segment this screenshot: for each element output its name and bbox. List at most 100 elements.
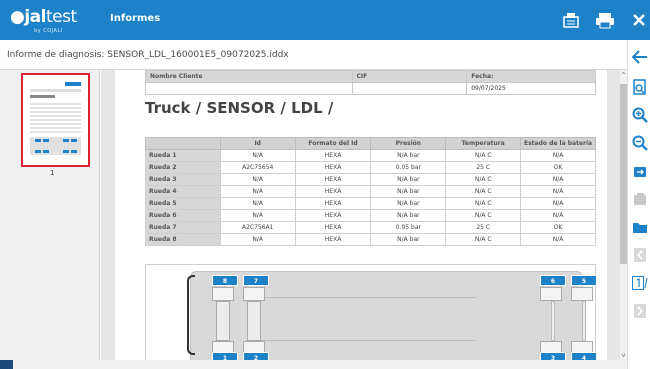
table-cell: N/A C <box>445 173 522 186</box>
table-cell: N/A <box>520 173 596 186</box>
table-cell: N/A <box>219 149 296 162</box>
table-row: Rueda 3 N/A HEXA N/A bar N/A C N/A <box>145 173 596 186</box>
folder-icon[interactable] <box>631 218 649 236</box>
copy-icon[interactable] <box>631 190 649 208</box>
wheel-badge-7: 7 <box>243 275 269 286</box>
bottom-corner <box>0 360 13 369</box>
tire <box>243 287 265 301</box>
wheel-label: Rueda 1 <box>145 149 221 162</box>
page-thumbnail[interactable] <box>21 73 90 167</box>
jaltest-logo: ●jaltest by COJALI <box>10 7 95 35</box>
table-cell: HEXA <box>294 185 372 198</box>
column-header: Temperatura <box>445 137 522 150</box>
cif-label: CIF <box>351 70 468 83</box>
print-icon[interactable] <box>594 9 616 31</box>
table-cell: N/A bar <box>370 209 447 222</box>
table-cell: N/A <box>219 233 296 246</box>
back-icon[interactable] <box>631 48 649 66</box>
next-page-icon[interactable] <box>631 302 649 320</box>
wheel-label: Rueda 8 <box>145 233 221 246</box>
logo-subtext: by COJALI <box>34 28 63 34</box>
zoom-in-icon[interactable] <box>631 106 649 124</box>
search-doc-icon[interactable] <box>631 78 649 96</box>
guide-line <box>246 297 476 298</box>
scrollbar-thumb[interactable] <box>620 84 627 264</box>
cif-value <box>351 82 468 95</box>
export-icon[interactable] <box>631 162 649 180</box>
table-cell: HEXA <box>294 221 372 234</box>
vertical-scrollbar[interactable]: ^ v <box>620 70 627 360</box>
table-cell: A2C756A1 <box>219 221 296 234</box>
client-name-label: Nombre Cliente <box>145 70 353 83</box>
wheel-label: Rueda 6 <box>145 209 221 222</box>
table-cell: N/A <box>520 185 596 198</box>
truck-axle-diagram: 8 7 6 5 1 2 3 4 <box>145 264 597 360</box>
rear-axle <box>551 301 555 341</box>
table-cell: HEXA <box>294 173 372 186</box>
table-row: Rueda 5 N/A HEXA N/A bar N/A C N/A <box>145 197 596 210</box>
table-cell: 25 C <box>445 161 522 174</box>
scroll-down-icon[interactable]: v <box>620 352 627 360</box>
client-header-table: Nombre Cliente CIF Fecha: 09/07/2025 <box>145 70 596 95</box>
table-row: Rueda 7 A2C756A1 HEXA 0.05 bar 25 C OK <box>145 221 596 234</box>
wheel-label: Rueda 4 <box>145 185 221 198</box>
table-cell: N/A C <box>445 233 522 246</box>
wheel-badge-1: 1 <box>212 352 238 360</box>
thumbnail-page-number: 1 <box>50 169 55 177</box>
table-row: Rueda 4 N/A HEXA N/A bar N/A C N/A <box>145 185 596 198</box>
report-page: Nombre Cliente CIF Fecha: 09/07/2025 Tru… <box>115 70 607 360</box>
wheel-badge-8: 8 <box>212 275 238 286</box>
table-cell: HEXA <box>294 161 372 174</box>
table-cell: N/A C <box>445 197 522 210</box>
wheel-badge-3: 3 <box>540 352 566 360</box>
table-cell: N/A bar <box>370 233 447 246</box>
table-cell: A2C75654 <box>219 161 296 174</box>
wheel-label: Rueda 5 <box>145 197 221 210</box>
table-cell: N/A C <box>445 185 522 198</box>
wheel-badge-2: 2 <box>243 352 269 360</box>
table-cell: N/A C <box>445 209 522 222</box>
page-number-icon[interactable] <box>631 274 649 292</box>
table-cell: N/A <box>520 149 596 162</box>
table-cell: N/A <box>219 185 296 198</box>
prev-page-icon[interactable] <box>631 246 649 264</box>
table-cell: N/A bar <box>370 173 447 186</box>
title-bar: ●jaltest by COJALI Informes <box>0 0 650 40</box>
table-cell: HEXA <box>294 209 372 222</box>
close-icon[interactable] <box>628 9 650 31</box>
wheel-label: Rueda 7 <box>145 221 221 234</box>
table-row: Rueda 1 N/A HEXA N/A bar N/A C N/A <box>145 149 596 162</box>
column-header: Estado de la batería <box>520 137 596 150</box>
rear-axle <box>582 301 586 341</box>
table-cell: HEXA <box>294 197 372 210</box>
table-row: Rueda 8 N/A HEXA N/A bar N/A C N/A <box>145 233 596 246</box>
report-title: Truck / SENSOR / LDL / <box>145 99 334 117</box>
wheel-label: Rueda 3 <box>145 173 221 186</box>
right-toolbar <box>627 40 650 369</box>
logo-text: jal <box>24 7 46 27</box>
report-icon[interactable] <box>560 9 582 31</box>
zoom-out-icon[interactable] <box>631 134 649 152</box>
column-header: Id <box>219 137 296 150</box>
table-header-row: Id Formato del Id Presión Temperatura Es… <box>145 137 596 150</box>
table-cell: HEXA <box>294 233 372 246</box>
guide-line <box>246 340 476 341</box>
column-header: Presión <box>370 137 447 150</box>
scroll-up-icon[interactable]: ^ <box>620 72 627 80</box>
wheel-badge-5: 5 <box>571 275 597 286</box>
app-title: Informes <box>110 13 161 24</box>
table-cell: 0.05 bar <box>370 221 447 234</box>
tyre-sensor-table: Id Formato del Id Presión Temperatura Es… <box>145 137 596 246</box>
document-viewer[interactable]: Nombre Cliente CIF Fecha: 09/07/2025 Tru… <box>101 70 620 360</box>
thumbnail-preview <box>27 79 84 161</box>
table-cell: N/A <box>520 233 596 246</box>
table-cell: N/A <box>520 197 596 210</box>
wheel-hub <box>247 301 261 341</box>
file-header: Informe de diagnosis: SENSOR_LDL_160001E… <box>0 40 627 70</box>
file-name-label: Informe de diagnosis: SENSOR_LDL_160001E… <box>7 50 289 60</box>
logo-text-thin: test <box>45 7 77 27</box>
thumbnail-panel: 1 <box>0 70 100 360</box>
wheel-hub <box>216 301 230 341</box>
table-row: Rueda 6 N/A HEXA N/A bar N/A C N/A <box>145 209 596 222</box>
tire <box>571 287 593 301</box>
